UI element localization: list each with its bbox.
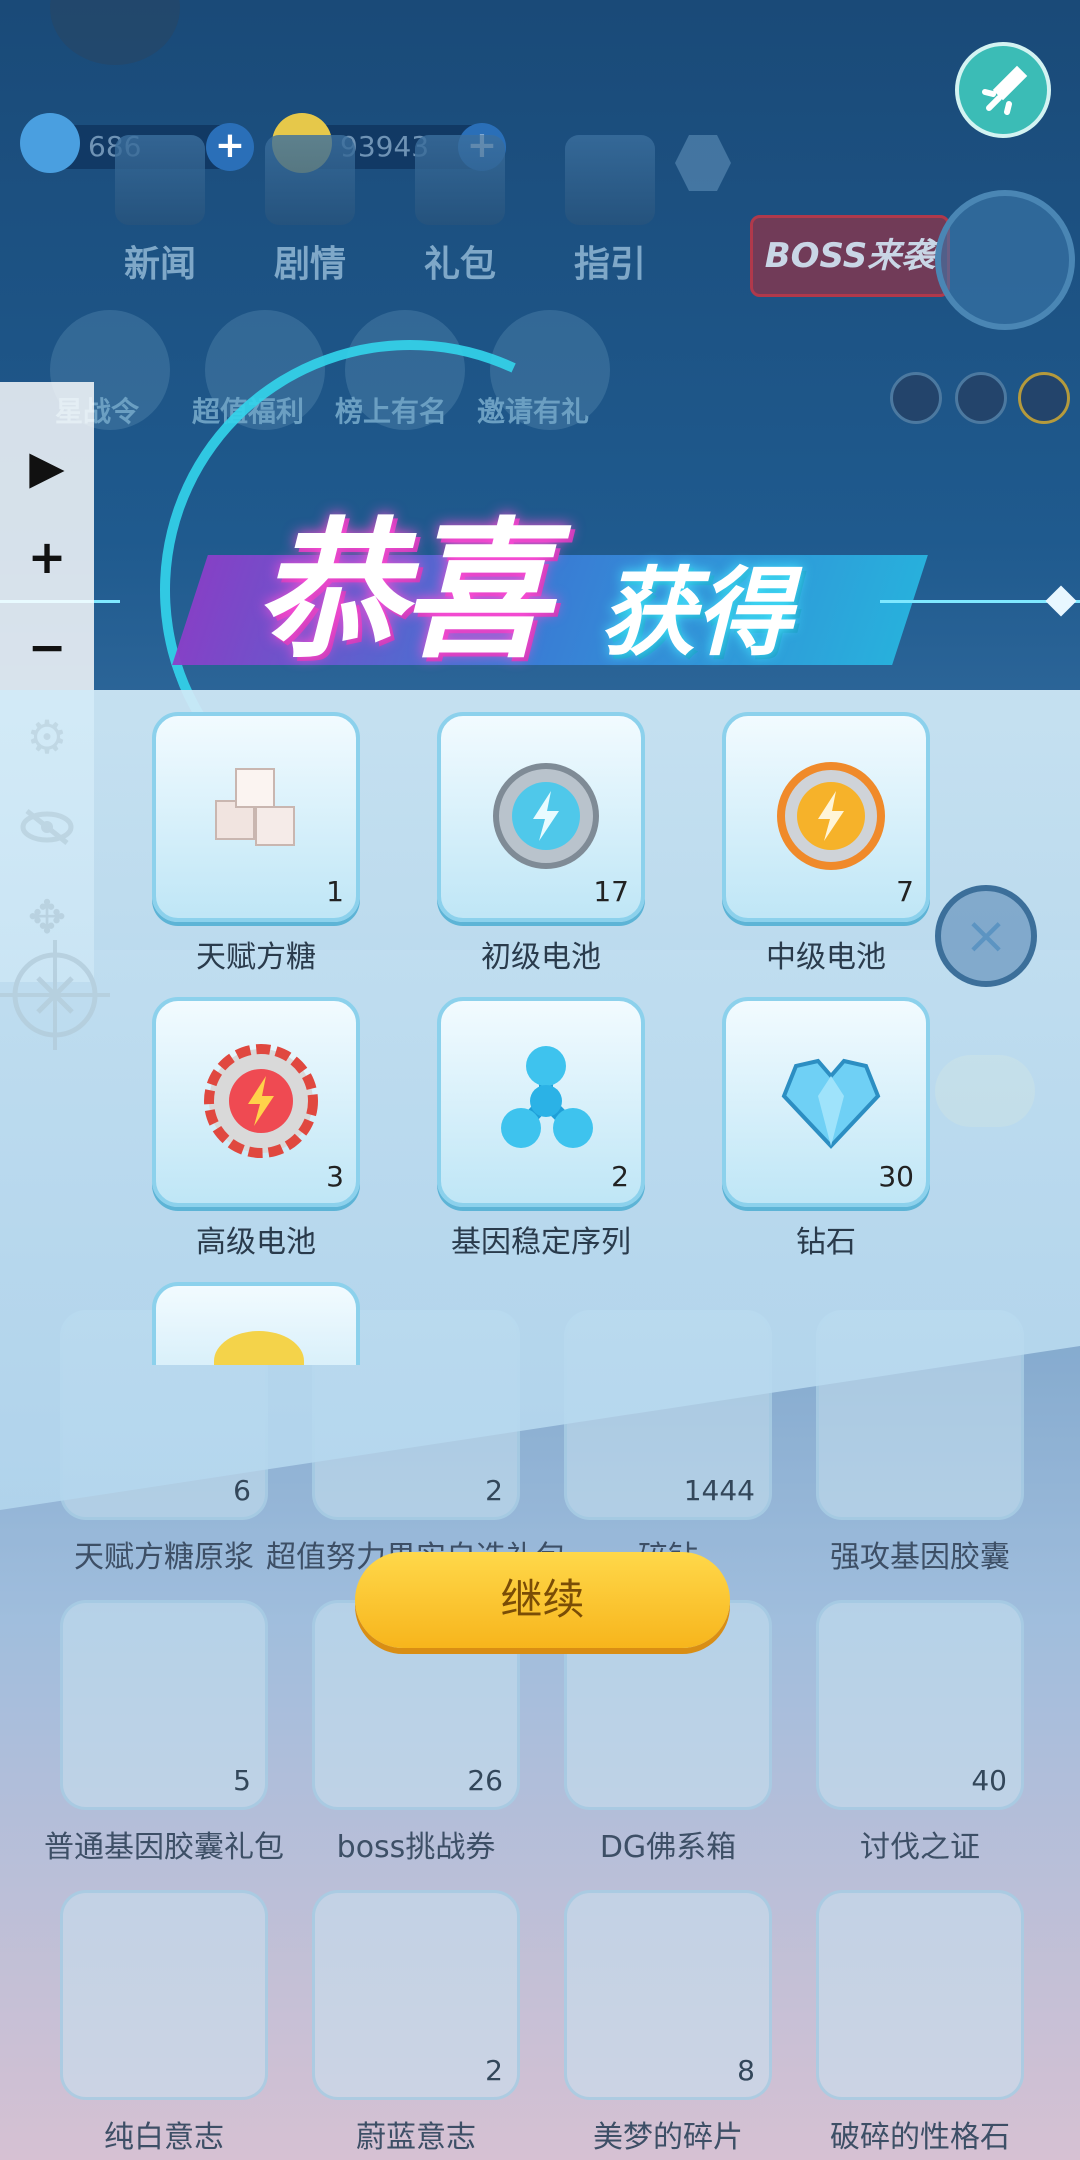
guide-icon	[565, 135, 655, 225]
reward-count: 7	[896, 875, 914, 908]
backpack-item-count: 26	[467, 1764, 503, 1797]
rocket-icon	[982, 65, 1028, 115]
nav-news-label: 新闻	[123, 244, 196, 285]
boss-banner[interactable]: BOSS来袭	[750, 215, 950, 297]
backpack-item[interactable]: 2	[312, 1890, 520, 2100]
reward-name: 初级电池	[481, 940, 601, 975]
backpack-item-name: 讨伐之证	[860, 1830, 980, 1865]
continue-button[interactable]: 继续	[355, 1552, 730, 1648]
molecule-icon	[481, 1036, 611, 1170]
gem-icon	[20, 113, 80, 173]
news-icon	[115, 135, 205, 225]
nav-gift-label: 礼包	[423, 244, 496, 285]
backpack-item[interactable]: 40	[816, 1600, 1024, 1810]
banner-title-congrats: 恭喜	[255, 505, 551, 679]
backpack-item[interactable]: 5	[60, 1600, 268, 1810]
reward-name: 中级电池	[766, 940, 886, 975]
backpack-item-count: 6	[233, 1474, 251, 1507]
reward-name: 基因稳定序列	[451, 1225, 631, 1260]
nav-news[interactable]: 新闻	[90, 135, 230, 285]
cat-icon	[214, 1331, 304, 1365]
backpack-item-count: 2	[485, 2054, 503, 2087]
close-button[interactable]: ×	[935, 885, 1037, 987]
story-icon	[265, 135, 355, 225]
diamond-heart-icon	[766, 1036, 896, 1170]
reward-item[interactable]: 3	[152, 997, 360, 1207]
backpack-item-count: 1444	[683, 1474, 755, 1507]
reward-count: 1	[326, 875, 344, 908]
backpack-item-count: 5	[233, 1764, 251, 1797]
reward-name: 天赋方糖	[196, 940, 316, 975]
backpack-item-name: 强攻基因胶囊	[830, 1540, 1010, 1575]
top-left-button[interactable]	[50, 0, 180, 65]
nav-story[interactable]: 剧情	[240, 135, 380, 285]
menu-icon[interactable]	[1018, 372, 1070, 424]
nav-guide-label: 指引	[573, 244, 646, 285]
minus-icon[interactable]: −	[0, 612, 94, 682]
rocket-button[interactable]	[955, 42, 1051, 138]
reward-count: 3	[326, 1160, 344, 1193]
hexagon-decor	[675, 135, 731, 191]
reward-count: 30	[878, 1160, 914, 1193]
reward-item[interactable]: 1	[152, 712, 360, 922]
gift-icon	[415, 135, 505, 225]
reward-name: 高级电池	[196, 1225, 316, 1260]
backpack-item-count: 8	[737, 2054, 755, 2087]
banner-title-obtain: 获得	[600, 557, 792, 669]
nav-gift[interactable]: 礼包	[390, 135, 530, 285]
banner-diamond	[1045, 585, 1077, 617]
reward-item[interactable]: 7	[722, 712, 930, 922]
play-icon[interactable]: ▶	[0, 432, 94, 502]
backpack-item[interactable]	[816, 1890, 1024, 2100]
reward-name: 钻石	[796, 1225, 856, 1260]
backpack-item-name: 破碎的性格石	[830, 2120, 1010, 2155]
map-button[interactable]	[935, 190, 1075, 330]
battery-blue-icon	[481, 751, 611, 885]
reward-count: 17	[593, 875, 629, 908]
reward-item[interactable]: 17	[437, 712, 645, 922]
backpack-item[interactable]	[60, 1890, 268, 2100]
reward-item[interactable]: 30	[722, 997, 930, 1207]
backpack-item-count: 2	[485, 1474, 503, 1507]
backpack-item[interactable]: 8	[564, 1890, 772, 2100]
friend-icon[interactable]	[955, 372, 1007, 424]
reward-item[interactable]: 2	[437, 997, 645, 1207]
plus-icon[interactable]: +	[0, 522, 94, 592]
nav-story-label: 剧情	[273, 244, 346, 285]
reward-count: 2	[611, 1160, 629, 1193]
battery-orange-icon	[766, 751, 896, 885]
reward-item-partial	[152, 1282, 360, 1365]
backpack-item-count: 40	[971, 1764, 1007, 1797]
sugar-cube-icon	[196, 751, 316, 875]
boss-label: BOSS来袭	[764, 236, 936, 276]
nav-guide[interactable]: 指引	[540, 135, 680, 285]
battery-red-icon	[196, 1036, 326, 1170]
speaker-icon[interactable]	[890, 372, 942, 424]
